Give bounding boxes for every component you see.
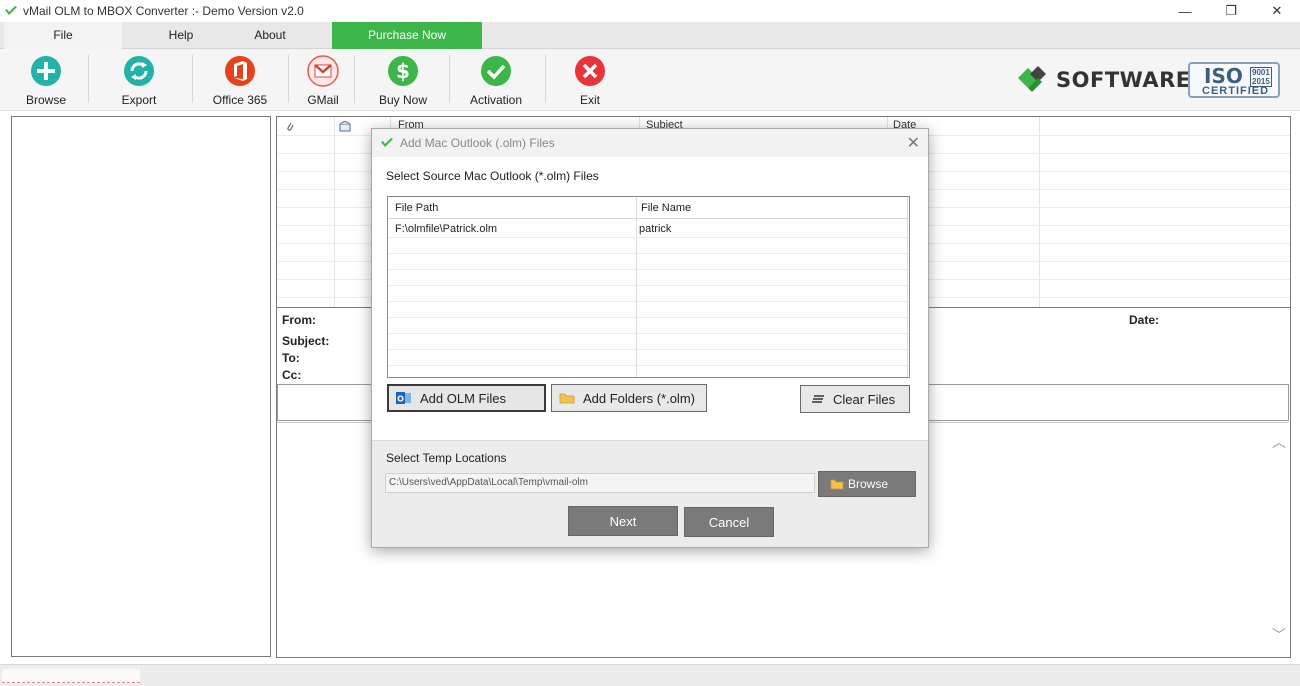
file-list-table[interactable]: File Path File Name F:\olmfile\Patrick.o… [387, 196, 910, 378]
check-circle-icon [481, 56, 511, 86]
restore-button[interactable]: ❐ [1208, 0, 1254, 22]
brand-name: SOFTWARE [1056, 68, 1191, 92]
export-label: Export [121, 93, 157, 107]
add-olm-files-label: Add OLM Files [420, 390, 506, 406]
folder-icon [830, 479, 844, 490]
preview-to-label: To: [282, 351, 300, 365]
toolbar-separator [192, 55, 193, 103]
scroll-down-icon[interactable]: ﹀ [1272, 625, 1286, 645]
gmail-icon [307, 55, 339, 87]
gmail-button[interactable]: GMail [283, 55, 363, 107]
refresh-icon [124, 56, 154, 86]
preview-date-label: Date: [1129, 313, 1160, 327]
svg-text:O: O [397, 395, 404, 404]
column-file-path[interactable]: File Path [395, 202, 438, 214]
browse-button[interactable]: Browse [6, 55, 86, 107]
close-circle-icon [575, 56, 605, 86]
row-line [388, 317, 909, 318]
add-circle-icon [31, 56, 61, 86]
file-list-header: File Path File Name [388, 197, 909, 219]
folder-icon [559, 393, 575, 404]
eraser-icon [812, 395, 824, 403]
folder-tree-pane[interactable] [11, 116, 271, 657]
exit-label: Exit [579, 93, 600, 107]
select-source-label: Select Source Mac Outlook (*.olm) Files [386, 169, 599, 183]
menu-about[interactable]: About [210, 22, 330, 49]
iso-numbers: 9001 2015 [1250, 67, 1272, 87]
buy-now-button[interactable]: $ Buy Now [363, 55, 443, 107]
status-bar [0, 664, 1300, 686]
add-folders-label: Add Folders (*.olm) [583, 390, 695, 406]
dialog-footer: Select Temp Locations C:\Users\ved\AppDa… [372, 440, 928, 547]
add-olm-dialog: Add Mac Outlook (.olm) Files ✕ Select So… [371, 128, 929, 548]
buy-now-label: Buy Now [378, 93, 428, 107]
exit-button[interactable]: Exit [550, 55, 630, 107]
toolbar-separator [449, 55, 450, 103]
menu-file[interactable]: File [4, 22, 122, 49]
dialog-title: Add Mac Outlook (.olm) Files [400, 136, 555, 150]
window-controls: — ❐ ✕ [1162, 0, 1300, 22]
toolbar: Browse Export Office 365 GMail $ Buy Now… [0, 49, 1300, 111]
browse-temp-button[interactable]: Browse [818, 471, 916, 497]
svg-text:$: $ [396, 59, 410, 83]
column-divider [636, 197, 637, 377]
next-button[interactable]: Next [568, 506, 678, 536]
iso-badge: ISO 9001 2015 CERTIFIED [1188, 62, 1280, 98]
office365-button[interactable]: Office 365 [200, 55, 280, 107]
row-line [388, 285, 909, 286]
clear-files-label: Clear Files [833, 391, 896, 407]
row-line [388, 349, 909, 350]
export-button[interactable]: Export [99, 55, 179, 107]
dialog-close-icon[interactable]: ✕ [907, 133, 920, 153]
preview-from-label: From: [282, 313, 316, 327]
outlook-icon: O [396, 392, 411, 404]
preview-cc-label: Cc: [282, 368, 302, 382]
table-row-name[interactable]: patrick [639, 223, 671, 235]
minimize-button[interactable]: — [1162, 0, 1208, 22]
toolbar-separator [354, 55, 355, 103]
cancel-button[interactable]: Cancel [684, 507, 774, 537]
scroll-up-icon[interactable]: ︿ [1272, 432, 1286, 452]
activation-button[interactable]: Activation [456, 55, 536, 107]
gmail-label: GMail [307, 93, 339, 107]
dollar-icon: $ [388, 56, 418, 86]
add-folders-button[interactable]: Add Folders (*.olm) [551, 384, 707, 412]
iso-certified: CERTIFIED [1202, 85, 1270, 97]
row-line [388, 301, 909, 302]
office-icon [225, 56, 255, 86]
browse-label: Browse [25, 93, 66, 107]
envelope-icon [339, 121, 351, 132]
diamond-logo-icon [1018, 66, 1046, 92]
window-title: vMail OLM to MBOX Converter :- Demo Vers… [23, 4, 304, 18]
dialog-title-bar: Add Mac Outlook (.olm) Files ✕ [372, 129, 928, 157]
column-divider [907, 197, 908, 377]
row-line [388, 237, 909, 238]
toolbar-separator [88, 55, 89, 103]
attachment-icon [287, 122, 294, 131]
preview-subject-label: Subject: [282, 334, 330, 348]
clear-files-button[interactable]: Clear Files [800, 385, 910, 413]
temp-path-field[interactable]: C:\Users\ved\AppData\Local\Temp\vmail-ol… [385, 473, 815, 493]
row-line [388, 269, 909, 270]
row-line [388, 365, 909, 366]
add-olm-files-button[interactable]: O Add OLM Files [387, 384, 546, 412]
title-bar: vMail OLM to MBOX Converter :- Demo Vers… [0, 0, 1300, 22]
toolbar-separator [545, 55, 546, 103]
browse-temp-label: Browse [848, 477, 889, 491]
menu-purchase-now[interactable]: Purchase Now [332, 22, 482, 49]
app-logo-icon [381, 138, 393, 147]
row-line [388, 253, 909, 254]
column-file-name[interactable]: File Name [641, 202, 691, 214]
row-line [388, 333, 909, 334]
table-row-path[interactable]: F:\olmfile\Patrick.olm [395, 223, 497, 235]
temp-location-label: Select Temp Locations [386, 451, 507, 465]
app-logo-icon [5, 6, 17, 15]
activation-label: Activation [469, 93, 523, 107]
office365-label: Office 365 [212, 93, 268, 107]
menu-bar: File Help About Purchase Now [0, 22, 1300, 49]
status-progress [2, 669, 140, 683]
brand-logo: SOFTWARE ISO 9001 2015 CERTIFIED [1016, 62, 1286, 98]
close-window-button[interactable]: ✕ [1254, 0, 1300, 22]
